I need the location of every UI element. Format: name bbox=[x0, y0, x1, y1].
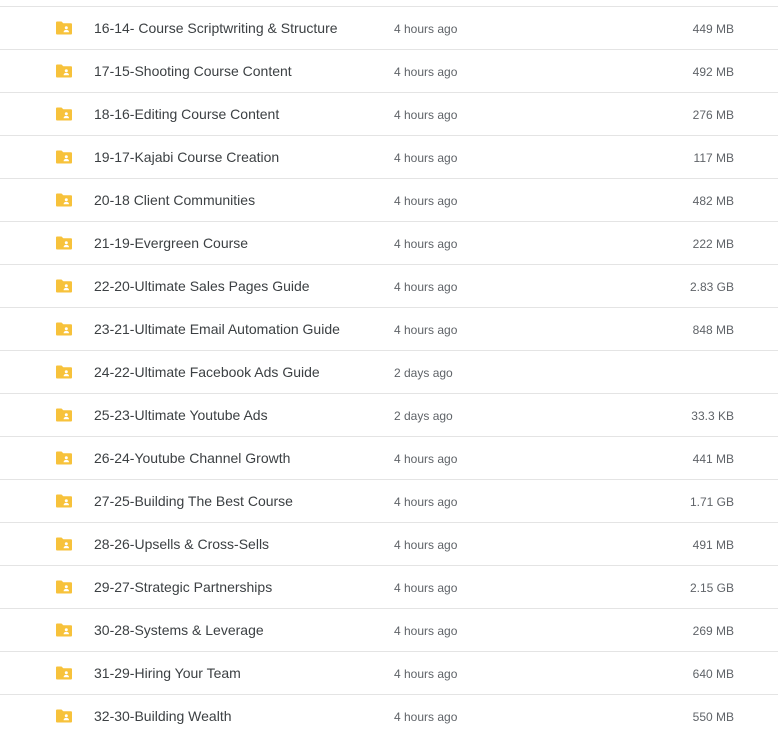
file-size: 117 MB bbox=[693, 151, 734, 165]
file-name[interactable]: 22-20-Ultimate Sales Pages Guide bbox=[94, 278, 310, 294]
last-modified: 4 hours ago bbox=[394, 280, 458, 294]
file-size: 492 MB bbox=[692, 65, 734, 79]
shared-folder-icon bbox=[55, 322, 73, 336]
shared-folder-icon bbox=[55, 150, 73, 164]
file-name[interactable]: 18-16-Editing Course Content bbox=[94, 106, 279, 122]
file-name[interactable]: 23-21-Ultimate Email Automation Guide bbox=[94, 321, 340, 337]
file-name[interactable]: 28-26-Upsells & Cross-Sells bbox=[94, 536, 269, 552]
file-size: 2.83 GB bbox=[689, 280, 734, 294]
file-list: 16-14- Course Scriptwriting & Structure 4… bbox=[0, 0, 778, 736]
file-name[interactable]: 30-28-Systems & Leverage bbox=[94, 622, 264, 638]
file-size: 491 MB bbox=[692, 538, 734, 552]
file-size: 222 MB bbox=[692, 237, 734, 251]
file-size: 482 MB bbox=[692, 194, 734, 208]
shared-folder-icon bbox=[55, 279, 73, 293]
shared-folder-icon bbox=[55, 64, 73, 78]
file-size: 449 MB bbox=[692, 22, 734, 36]
last-modified: 4 hours ago bbox=[394, 194, 458, 208]
last-modified: 4 hours ago bbox=[394, 151, 458, 165]
file-name[interactable]: 24-22-Ultimate Facebook Ads Guide bbox=[94, 364, 320, 380]
file-size: 2.15 GB bbox=[689, 581, 734, 595]
file-name[interactable]: 20-18 Client Communities bbox=[94, 192, 255, 208]
shared-folder-icon bbox=[55, 408, 73, 422]
file-row[interactable]: 24-22-Ultimate Facebook Ads Guide 2 days … bbox=[0, 351, 778, 394]
file-row[interactable]: 17-15-Shooting Course Content 4 hours ago… bbox=[0, 50, 778, 93]
shared-folder-icon bbox=[55, 666, 73, 680]
file-row[interactable]: 18-16-Editing Course Content 4 hours ago 2… bbox=[0, 93, 778, 136]
file-row[interactable]: 32-30-Building Wealth 4 hours ago 550 MB bbox=[0, 695, 778, 736]
file-name[interactable]: 17-15-Shooting Course Content bbox=[94, 63, 292, 79]
file-name[interactable]: 21-19-Evergreen Course bbox=[94, 235, 248, 251]
last-modified: 4 hours ago bbox=[394, 108, 458, 122]
last-modified: 4 hours ago bbox=[394, 237, 458, 251]
last-modified: 4 hours ago bbox=[394, 581, 458, 595]
shared-folder-icon bbox=[55, 193, 73, 207]
file-size: 276 MB bbox=[692, 108, 734, 122]
file-size: 441 MB bbox=[692, 452, 734, 466]
file-size: 33.3 KB bbox=[691, 409, 734, 423]
shared-folder-icon bbox=[55, 494, 73, 508]
shared-folder-icon bbox=[55, 580, 73, 594]
shared-folder-icon bbox=[55, 623, 73, 637]
shared-folder-icon bbox=[55, 709, 73, 723]
shared-folder-icon bbox=[55, 107, 73, 121]
file-row[interactable]: 20-18 Client Communities 4 hours ago 482 M… bbox=[0, 179, 778, 222]
file-name[interactable]: 25-23-Ultimate Youtube Ads bbox=[94, 407, 268, 423]
last-modified: 2 days ago bbox=[394, 409, 453, 423]
last-modified: 4 hours ago bbox=[394, 538, 458, 552]
last-modified: 4 hours ago bbox=[394, 624, 458, 638]
last-modified: 4 hours ago bbox=[394, 452, 458, 466]
shared-folder-icon bbox=[55, 21, 73, 35]
last-modified: 4 hours ago bbox=[394, 22, 458, 36]
file-row[interactable]: 26-24-Youtube Channel Growth 4 hours ago 4… bbox=[0, 437, 778, 480]
shared-folder-icon bbox=[55, 451, 73, 465]
last-modified: 4 hours ago bbox=[394, 710, 458, 724]
file-row[interactable]: 29-27-Strategic Partnerships 4 hours ago 2… bbox=[0, 566, 778, 609]
file-name[interactable]: 31-29-Hiring Your Team bbox=[94, 665, 241, 681]
file-row[interactable]: 25-23-Ultimate Youtube Ads 2 days ago 33.3… bbox=[0, 394, 778, 437]
last-modified: 4 hours ago bbox=[394, 495, 458, 509]
file-row[interactable]: 16-14- Course Scriptwriting & Structure 4… bbox=[0, 7, 778, 50]
file-size: 848 MB bbox=[692, 323, 734, 337]
file-name[interactable]: 19-17-Kajabi Course Creation bbox=[94, 149, 279, 165]
file-row[interactable]: 21-19-Evergreen Course 4 hours ago 222 MB bbox=[0, 222, 778, 265]
last-modified: 4 hours ago bbox=[394, 65, 458, 79]
file-size: 269 MB bbox=[692, 624, 734, 638]
shared-folder-icon bbox=[55, 236, 73, 250]
file-size: 550 MB bbox=[692, 710, 734, 724]
file-name[interactable]: 27-25-Building The Best Course bbox=[94, 493, 293, 509]
file-name[interactable]: 29-27-Strategic Partnerships bbox=[94, 579, 272, 595]
file-size: 1.71 GB bbox=[689, 495, 734, 509]
last-modified: 4 hours ago bbox=[394, 323, 458, 337]
file-name[interactable]: 26-24-Youtube Channel Growth bbox=[94, 450, 290, 466]
file-row[interactable]: 22-20-Ultimate Sales Pages Guide 4 hours … bbox=[0, 265, 778, 308]
file-row[interactable]: 23-21-Ultimate Email Automation Guide 4 h… bbox=[0, 308, 778, 351]
file-row[interactable]: 31-29-Hiring Your Team 4 hours ago 640 MB bbox=[0, 652, 778, 695]
shared-folder-icon bbox=[55, 365, 73, 379]
file-row[interactable]: 19-17-Kajabi Course Creation 4 hours ago 1… bbox=[0, 136, 778, 179]
file-row[interactable]: 28-26-Upsells & Cross-Sells 4 hours ago 49… bbox=[0, 523, 778, 566]
shared-folder-icon bbox=[55, 537, 73, 551]
file-name[interactable]: 32-30-Building Wealth bbox=[94, 708, 232, 724]
file-row[interactable]: 30-28-Systems & Leverage 4 hours ago 269 M… bbox=[0, 609, 778, 652]
file-row[interactable]: 27-25-Building The Best Course 4 hours ag… bbox=[0, 480, 778, 523]
last-modified: 4 hours ago bbox=[394, 667, 458, 681]
file-size: 640 MB bbox=[692, 667, 734, 681]
last-modified: 2 days ago bbox=[394, 366, 453, 380]
file-name[interactable]: 16-14- Course Scriptwriting & Structure bbox=[94, 20, 338, 36]
